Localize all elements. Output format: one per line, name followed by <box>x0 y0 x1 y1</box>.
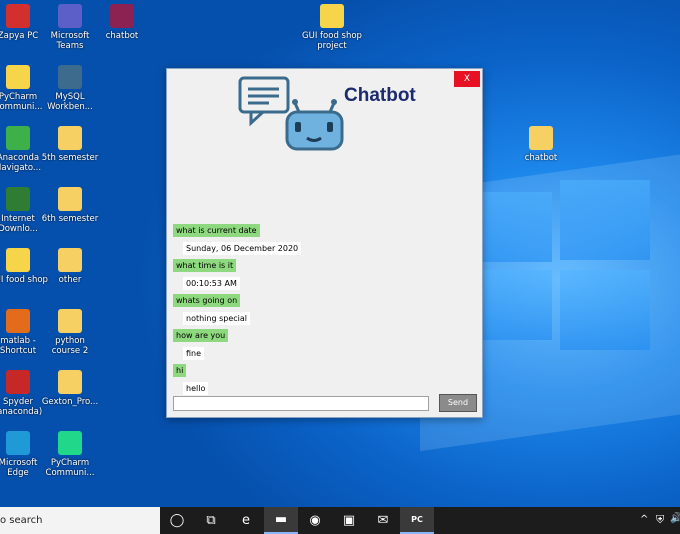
python-file-icon <box>6 248 30 272</box>
matlab-icon <box>6 309 30 333</box>
desktop-icon[interactable]: Microsoft Teams <box>40 4 100 51</box>
logo-pane <box>560 270 650 350</box>
store-icon[interactable]: ▣ <box>332 507 366 534</box>
message-input[interactable] <box>173 396 429 411</box>
speaker-icon[interactable]: 🔊 <box>670 513 680 524</box>
logo-pane <box>560 180 650 260</box>
bot-message: Sunday, 06 December 2020 <box>183 242 302 255</box>
desktop-icon-label: Gexton_Pro... <box>41 397 99 407</box>
desktop-icon-label: other <box>58 275 82 285</box>
idm-icon <box>6 187 30 211</box>
user-message: what is current date <box>173 224 260 237</box>
user-message: hi <box>173 364 187 377</box>
bot-message: fine <box>183 347 205 360</box>
logo-pane <box>482 270 552 340</box>
mail-icon[interactable]: ✉ <box>366 507 400 534</box>
desktop-icon-label: PyCharm Communi... <box>45 458 95 478</box>
bot-message: hello <box>183 382 209 395</box>
send-button[interactable]: Send <box>439 394 477 412</box>
close-button[interactable]: X <box>454 71 480 87</box>
desktop-icon-label: chatbot <box>524 153 558 163</box>
desktop-icon-label: Microsoft Teams <box>50 31 90 51</box>
anaconda-icon <box>6 126 30 150</box>
python-file-icon <box>320 4 344 28</box>
logo-pane <box>482 192 552 262</box>
bot-message: 00:10:53 AM <box>183 277 240 290</box>
tray-up-arrow-icon[interactable]: ^ <box>640 514 648 525</box>
desktop-icon[interactable]: other <box>40 248 100 285</box>
desktop-icon-label: chatbot <box>105 31 139 41</box>
folder-icon <box>58 248 82 272</box>
desktop-icon-label: python course 2 <box>51 336 89 356</box>
desktop-icon[interactable]: chatbot <box>511 126 571 163</box>
desktop-icon[interactable]: 6th semester <box>40 187 100 224</box>
folder-icon <box>58 126 82 150</box>
folder-icon <box>529 126 553 150</box>
file-explorer-icon[interactable]: ▬ <box>264 507 298 534</box>
mysql-icon <box>58 65 82 89</box>
bot-message: nothing special <box>183 312 250 325</box>
chatbot-title: Chatbot <box>344 85 416 106</box>
desktop-icon-label: MySQL Workben... <box>47 92 93 112</box>
python-file-icon <box>6 65 30 89</box>
desktop-icon[interactable]: chatbot <box>92 4 152 41</box>
desktop-icon-label: GUI food shop project <box>302 31 362 51</box>
chatbot-logo-icon <box>238 76 344 151</box>
desktop-icon[interactable]: 5th semester <box>40 126 100 163</box>
folder-icon <box>58 187 82 211</box>
desktop-icon[interactable]: Gexton_Pro... <box>40 370 100 407</box>
chrome-icon[interactable]: ◉ <box>298 507 332 534</box>
desktop-icon[interactable]: python course 2 <box>40 309 100 356</box>
shield-icon[interactable]: ⛨ <box>656 513 664 527</box>
task-view-circle-icon[interactable]: ◯ <box>160 507 194 534</box>
pycharm-icon[interactable]: PC <box>400 507 434 534</box>
user-message: what time is it <box>173 259 237 272</box>
teams-icon <box>58 4 82 28</box>
winrar-icon <box>110 4 134 28</box>
desktop-icon[interactable]: PyCharm Communi... <box>40 431 100 478</box>
user-message: whats going on <box>173 294 241 307</box>
taskbar-search-box[interactable]: o search <box>0 507 160 534</box>
chatbot-window: X Chatbot what is current date Sunday, 06… <box>166 68 483 418</box>
desktop-icon[interactable]: MySQL Workben... <box>40 65 100 112</box>
user-message: how are you <box>173 329 229 342</box>
desktop-icon-label: 5th semester <box>41 153 99 163</box>
edge-icon <box>6 431 30 455</box>
zapya-icon <box>6 4 30 28</box>
taskbar: o search ◯ ⧉ e ▬ ◉ ▣ ✉ PC ^ ⛨ 🔊 <box>0 507 680 534</box>
desktop-icon-label: 6th semester <box>41 214 99 224</box>
edge-icon[interactable]: e <box>229 507 263 534</box>
pycharm-icon <box>58 431 82 455</box>
folder-icon <box>58 309 82 333</box>
spyder-icon <box>6 370 30 394</box>
task-view-icon[interactable]: ⧉ <box>194 507 228 534</box>
desktop-icon[interactable]: GUI food shop project <box>302 4 362 51</box>
folder-icon <box>58 370 82 394</box>
